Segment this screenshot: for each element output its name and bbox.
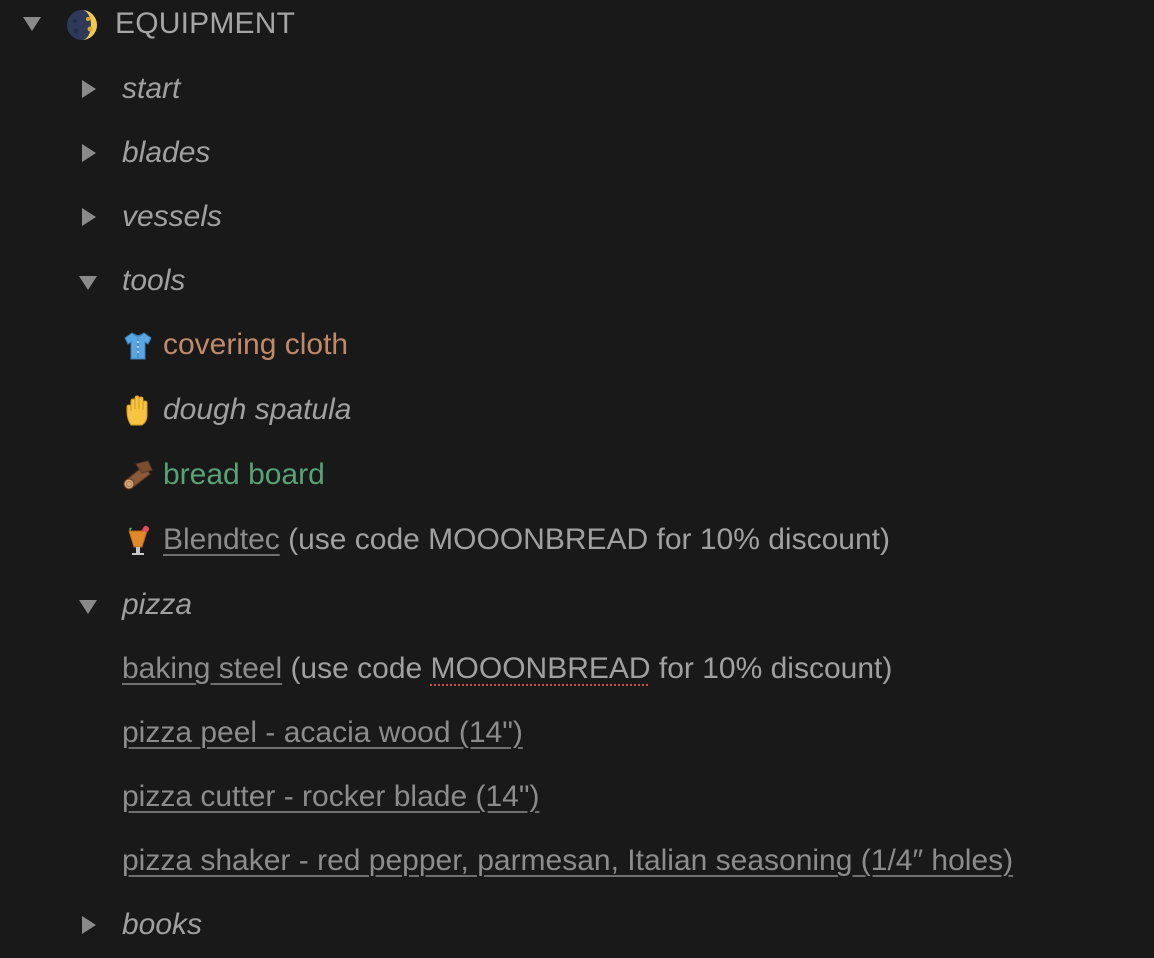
- moon-icon: [67, 10, 97, 40]
- toggle-blades[interactable]: blades: [0, 122, 400, 186]
- discount-code: MOOONBREAD: [430, 652, 651, 685]
- blendtec-link[interactable]: Blendtec: [163, 523, 280, 556]
- collapse-triangle-icon[interactable]: [79, 600, 97, 614]
- expand-triangle-icon[interactable]: [82, 144, 96, 162]
- list-item-bread-board: bread board: [0, 444, 600, 508]
- toggle-tools[interactable]: tools: [0, 250, 400, 314]
- tropical-drink-icon: [128, 525, 149, 555]
- expand-triangle-icon[interactable]: [82, 916, 96, 934]
- section-heading-equipment: EQUIPMENT: [115, 7, 296, 40]
- section-label-vessels: vessels: [122, 200, 223, 233]
- list-item-dough-spatula: dough spatula: [0, 379, 600, 443]
- section-label-pizza: pizza: [122, 588, 193, 621]
- expand-triangle-icon[interactable]: [82, 80, 96, 98]
- collapse-triangle-icon[interactable]: [23, 17, 41, 31]
- baking-steel-item-text: baking steel (use code MOOONBREAD for 10…: [122, 652, 892, 686]
- pizza-cutter-link[interactable]: pizza cutter - rocker blade (14"): [122, 780, 539, 814]
- shirt-icon: [124, 332, 152, 360]
- list-item-baking-steel: baking steel (use code MOOONBREAD for 10…: [0, 638, 1000, 702]
- section-label-blades: blades: [122, 136, 211, 169]
- list-item-pizza-peel: pizza peel - acacia wood (14"): [0, 702, 1000, 766]
- toggle-books[interactable]: books: [0, 894, 400, 958]
- list-item-blendtec: Blendtec (use code MOOONBREAD for 10% di…: [0, 509, 1000, 573]
- pizza-shaker-link[interactable]: pizza shaker - red pepper, parmesan, Ita…: [122, 844, 1013, 878]
- list-item-covering-cloth: covering cloth: [0, 314, 600, 378]
- wood-log-icon: [123, 460, 153, 490]
- toggle-pizza[interactable]: pizza: [0, 574, 400, 638]
- section-label-books: books: [122, 908, 203, 941]
- raised-hand-icon: [126, 395, 148, 426]
- section-label-start: start: [122, 72, 181, 105]
- dough-spatula-label: dough spatula: [163, 393, 352, 426]
- section-label-tools: tools: [122, 264, 186, 297]
- equipment-toggle-row[interactable]: EQUIPMENT: [0, 0, 1154, 57]
- list-item-pizza-cutter: pizza cutter - rocker blade (14"): [0, 766, 1000, 830]
- list-item-pizza-shaker: pizza shaker - red pepper, parmesan, Ita…: [0, 830, 1100, 894]
- baking-steel-link[interactable]: baking steel: [122, 652, 282, 685]
- toggle-start[interactable]: start: [0, 58, 400, 122]
- bread-board-label: bread board: [163, 458, 325, 491]
- pizza-peel-link[interactable]: pizza peel - acacia wood (14"): [122, 716, 523, 750]
- expand-triangle-icon[interactable]: [82, 208, 96, 226]
- baking-steel-note-start: (use code: [282, 652, 431, 685]
- toggle-vessels[interactable]: vessels: [0, 186, 400, 250]
- blendtec-item-text: Blendtec (use code MOOONBREAD for 10% di…: [163, 523, 890, 557]
- covering-cloth-label: covering cloth: [163, 328, 349, 361]
- baking-steel-note-end: for 10% discount): [650, 652, 893, 685]
- blendtec-discount-note: (use code MOOONBREAD for 10% discount): [279, 523, 890, 556]
- collapse-triangle-icon[interactable]: [79, 276, 97, 290]
